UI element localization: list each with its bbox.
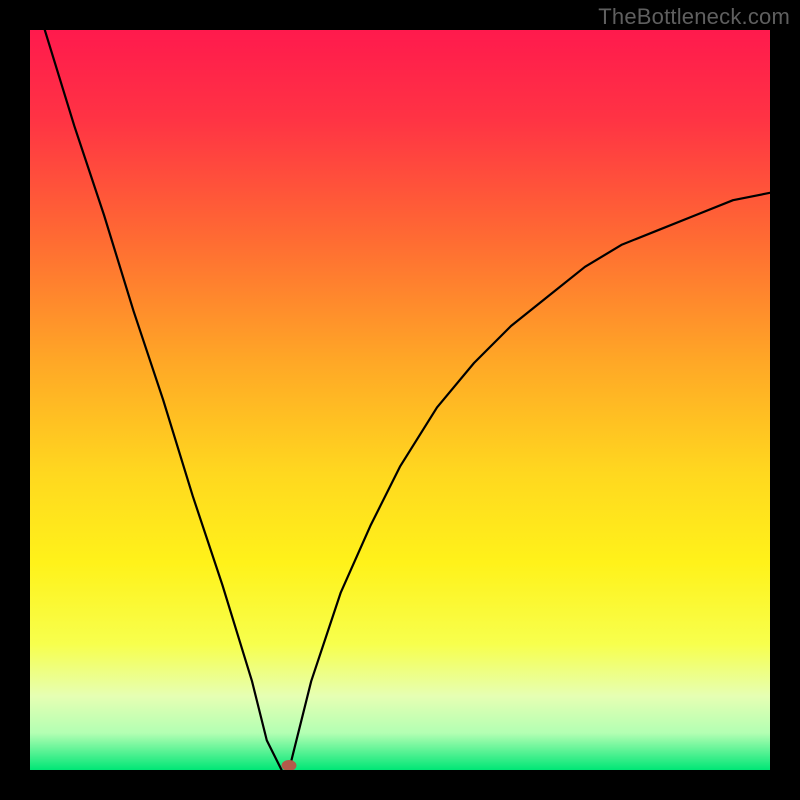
chart-frame: TheBottleneck.com: [0, 0, 800, 800]
minimum-marker: [282, 761, 296, 770]
gradient-background: [30, 30, 770, 770]
watermark-text: TheBottleneck.com: [598, 4, 790, 30]
plot-area: [30, 30, 770, 770]
chart-svg: [30, 30, 770, 770]
